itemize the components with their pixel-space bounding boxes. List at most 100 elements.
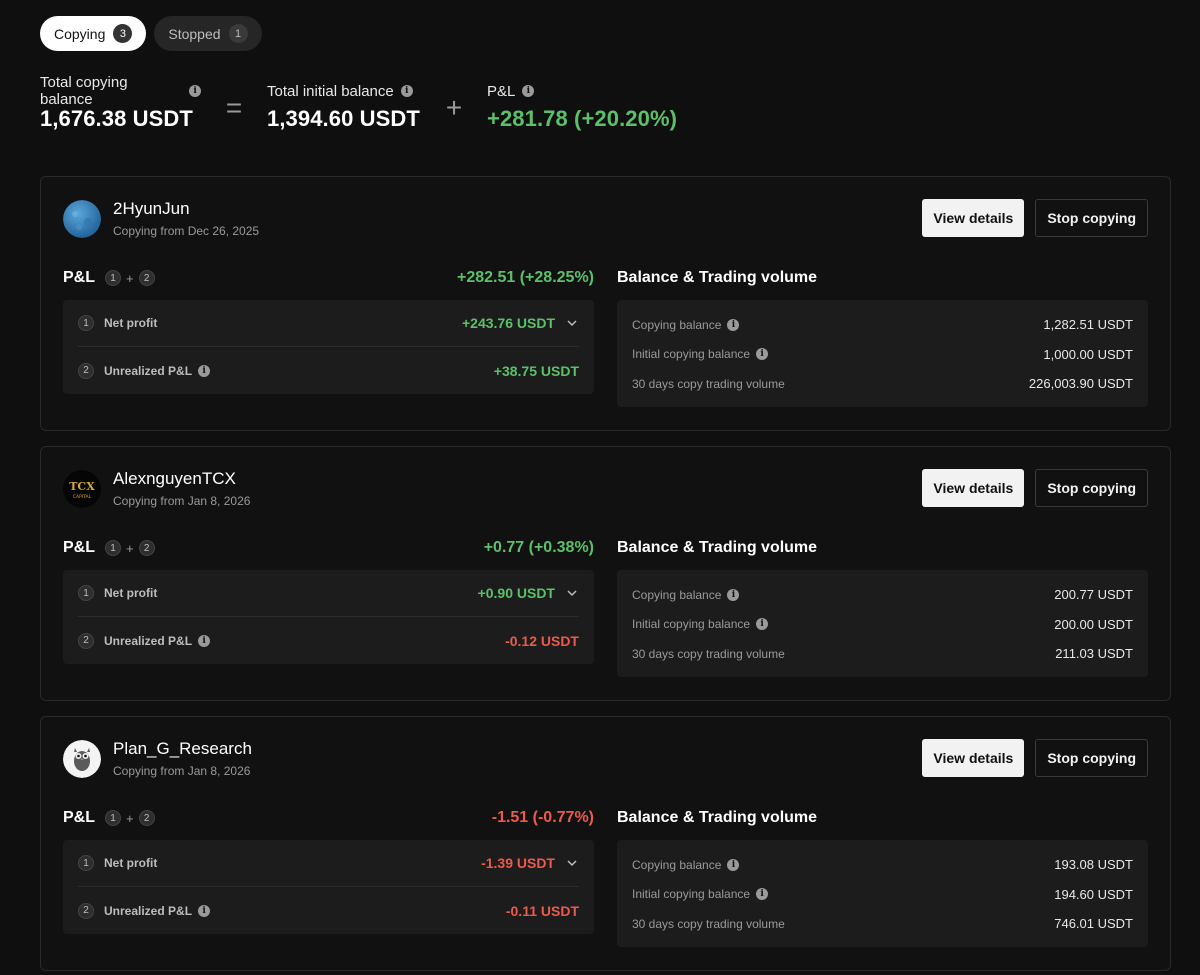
- trader-header: TCX CAPITAL AlexnguyenTCX Copying from Ja…: [63, 469, 250, 508]
- info-icon[interactable]: i: [522, 85, 535, 97]
- balance-title: Balance & Trading volume: [617, 539, 818, 556]
- net-profit-row[interactable]: 1 Net profit +243.76 USDT: [78, 300, 579, 347]
- copying-balance-row: Copying balance i 200.77 USDT: [632, 580, 1133, 610]
- net-profit-row[interactable]: 1 Net profit +0.90 USDT: [78, 570, 579, 617]
- plus-sign: +: [126, 540, 134, 556]
- status-tabs: Copying 3 Stopped 1: [40, 16, 262, 51]
- unrealized-pnl-label: Unrealized P&L: [104, 363, 193, 378]
- stop-copying-button[interactable]: Stop copying: [1035, 469, 1148, 507]
- initial-balance-row: Initial copying balance i 1,000.00 USDT: [632, 340, 1133, 370]
- pnl-title: P&L: [63, 809, 95, 826]
- badge-2: 2: [78, 902, 94, 919]
- unrealized-pnl-value: -0.11 USDT: [505, 902, 579, 919]
- pnl-breakdown: 1 Net profit -1.39 USDT 2 Unrealized P&L: [63, 840, 594, 934]
- stop-copying-button[interactable]: Stop copying: [1035, 739, 1148, 777]
- tab-copying[interactable]: Copying 3: [40, 16, 147, 51]
- view-details-button[interactable]: View details: [922, 739, 1025, 777]
- info-icon[interactable]: i: [189, 85, 201, 97]
- chevron-down-icon[interactable]: [565, 856, 579, 870]
- plus-sign: +: [445, 92, 463, 123]
- pnl-total: -1.51 (-0.77%): [491, 809, 594, 826]
- tab-stopped[interactable]: Stopped 1: [154, 16, 262, 51]
- initial-balance-row: Initial copying balance i 200.00 USDT: [632, 610, 1133, 640]
- badge-2: 2: [78, 632, 94, 649]
- info-icon[interactable]: i: [727, 588, 740, 601]
- info-icon[interactable]: i: [400, 85, 413, 97]
- tcx-capital-logo[interactable]: TCX CAPITAL: [63, 469, 101, 508]
- info-icon[interactable]: i: [198, 634, 211, 647]
- badge-1: 1: [78, 585, 94, 601]
- net-profit-value: -1.39 USDT: [481, 855, 555, 871]
- total-pnl-label: P&L: [487, 82, 516, 100]
- info-icon[interactable]: i: [756, 618, 769, 631]
- badge-1: 1: [78, 855, 94, 871]
- initial-balance-value: 1,000.00 USDT: [1043, 346, 1133, 362]
- copying-since: Copying from Dec 26, 2025: [113, 224, 260, 238]
- info-icon[interactable]: i: [756, 348, 769, 361]
- initial-balance-label: Initial copying balance: [632, 347, 751, 362]
- trader-name[interactable]: Plan_G_Research: [113, 739, 252, 759]
- blue-texture-avatar[interactable]: [63, 199, 101, 238]
- info-icon[interactable]: i: [727, 318, 740, 331]
- badge-1: 1: [105, 810, 121, 826]
- balance-panel: Copying balance i 200.77 USDT Initial co…: [617, 570, 1148, 677]
- unrealized-pnl-label: Unrealized P&L: [104, 903, 193, 918]
- volume-label: 30 days copy trading volume: [632, 376, 785, 391]
- copying-since: Copying from Jan 8, 2026: [113, 764, 251, 778]
- initial-balance-label: Initial copying balance: [632, 617, 751, 632]
- badge-2: 2: [138, 270, 155, 286]
- total-initial-balance-value: 1,394.60 USDT: [267, 106, 420, 131]
- pnl-breakdown: 1 Net profit +0.90 USDT 2 Unrealized P&L: [63, 570, 594, 664]
- owl-avatar[interactable]: [63, 739, 101, 778]
- pnl-title: P&L: [63, 269, 95, 286]
- copying-balance-label: Copying balance: [632, 587, 722, 602]
- pnl-total: +0.77 (+0.38%): [483, 539, 594, 556]
- total-pnl-value: +281.78 (+20.20%): [487, 106, 678, 131]
- copying-since: Copying from Jan 8, 2026: [113, 494, 251, 508]
- initial-balance-label: Initial copying balance: [632, 887, 751, 902]
- stop-copying-button[interactable]: Stop copying: [1035, 199, 1148, 237]
- initial-balance-row: Initial copying balance i 194.60 USDT: [632, 880, 1133, 910]
- volume-value: 746.01 USDT: [1054, 916, 1133, 932]
- view-details-button[interactable]: View details: [922, 199, 1025, 237]
- total-copying-balance-value: 1,676.38 USDT: [40, 106, 193, 131]
- tab-copying-label: Copying: [54, 25, 106, 42]
- trader-header: Plan_G_Research Copying from Jan 8, 2026: [63, 739, 252, 778]
- tab-copying-count: 3: [113, 24, 133, 43]
- net-profit-row[interactable]: 1 Net profit -1.39 USDT: [78, 840, 579, 887]
- badge-2: 2: [78, 362, 94, 379]
- copying-balance-label: Copying balance: [632, 857, 722, 872]
- trader-card: 2HyunJun Copying from Dec 26, 2025 View …: [40, 176, 1171, 431]
- info-icon[interactable]: i: [727, 858, 740, 871]
- view-details-button[interactable]: View details: [922, 469, 1025, 507]
- chevron-down-icon[interactable]: [565, 316, 579, 330]
- info-icon[interactable]: i: [756, 888, 769, 901]
- balance-summary: Total copying balance i 1,676.38 USDT = …: [40, 74, 678, 132]
- trader-name[interactable]: 2HyunJun: [113, 199, 259, 219]
- balance-panel: Copying balance i 193.08 USDT Initial co…: [617, 840, 1148, 947]
- trader-header: 2HyunJun Copying from Dec 26, 2025: [63, 199, 259, 238]
- trader-actions: View details Stop copying: [922, 469, 1148, 507]
- copying-balance-value: 1,282.51 USDT: [1043, 317, 1133, 333]
- net-profit-label: Net profit: [104, 856, 158, 870]
- pnl-header: P&L 1 + 2 +282.51 (+28.25%): [63, 267, 594, 289]
- badge-1: 1: [105, 270, 121, 286]
- balance-title: Balance & Trading volume: [617, 269, 818, 286]
- total-copying-balance-label: Total copying balance: [40, 74, 128, 108]
- volume-row: 30 days copy trading volume 746.01 USDT: [632, 909, 1133, 939]
- tab-stopped-label: Stopped: [168, 25, 221, 42]
- trader-name[interactable]: AlexnguyenTCX: [113, 469, 250, 489]
- unrealized-pnl-value: -0.12 USDT: [505, 632, 579, 649]
- total-initial-balance-label: Total initial balance: [267, 82, 394, 100]
- net-profit-value: +243.76 USDT: [462, 315, 555, 331]
- volume-value: 211.03 USDT: [1055, 646, 1133, 662]
- badge-1: 1: [105, 540, 121, 556]
- plus-sign: +: [126, 270, 134, 286]
- equals-sign: =: [225, 92, 243, 123]
- copy-trading-page: Copying 3 Stopped 1 Total copying balanc…: [0, 0, 1200, 975]
- info-icon[interactable]: i: [198, 364, 211, 377]
- total-copying-balance: Total copying balance i 1,676.38 USDT: [40, 74, 201, 132]
- chevron-down-icon[interactable]: [565, 586, 579, 600]
- balance-panel: Copying balance i 1,282.51 USDT Initial …: [617, 300, 1148, 407]
- info-icon[interactable]: i: [198, 904, 211, 917]
